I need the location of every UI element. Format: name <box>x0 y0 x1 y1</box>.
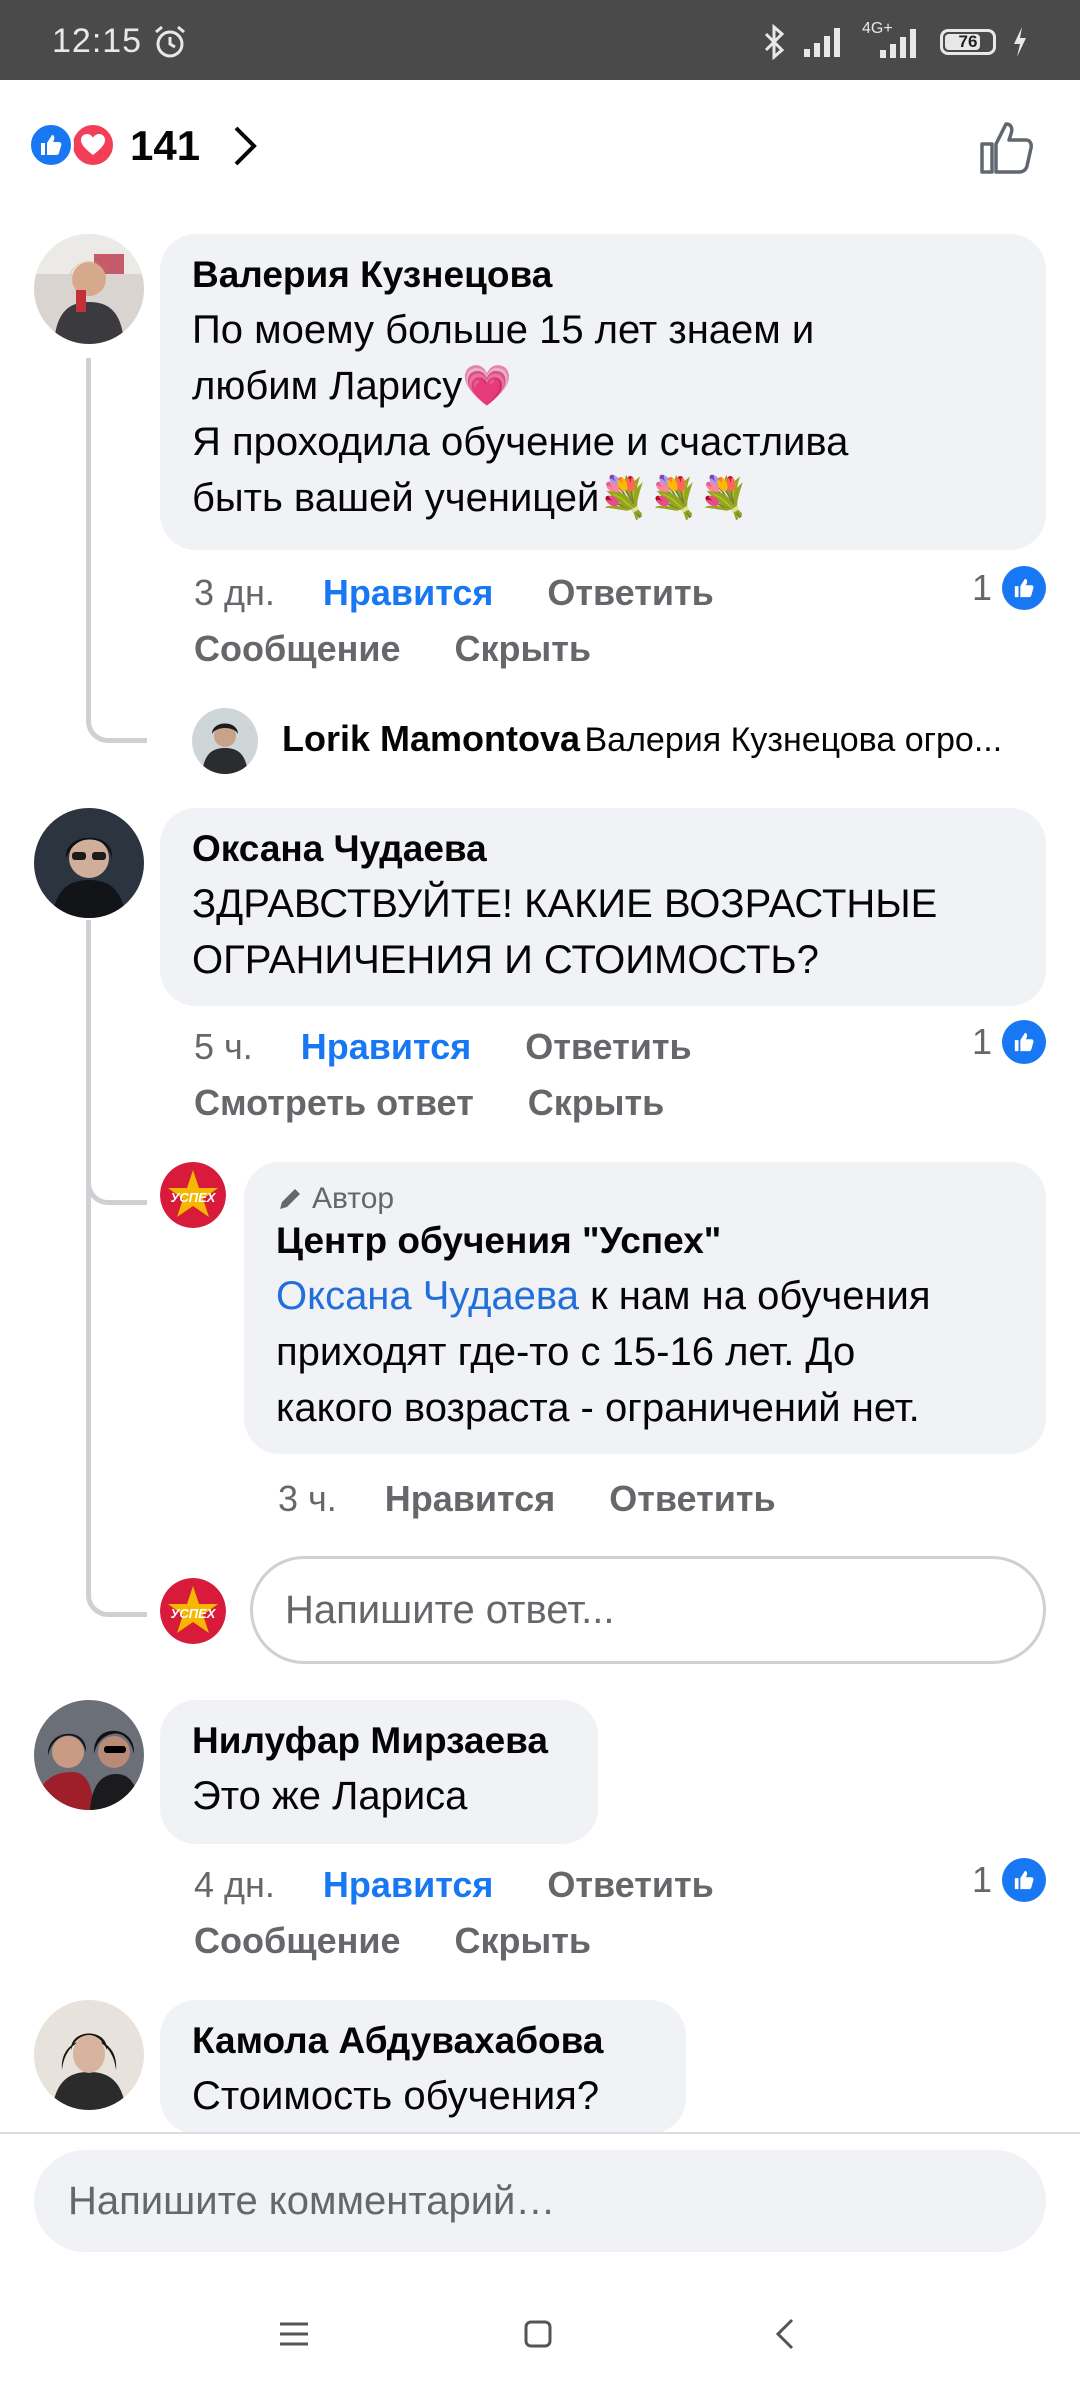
signal-icon <box>804 28 840 57</box>
thread-connector <box>86 920 147 1205</box>
comment-reaction[interactable]: 1 <box>972 1020 1046 1064</box>
avatar[interactable] <box>34 1700 144 1810</box>
reply-button[interactable]: Ответить <box>547 1864 713 1905</box>
mention-link[interactable]: Оксана Чудаева <box>276 1274 579 1318</box>
comment-reaction[interactable]: 1 <box>972 1858 1046 1902</box>
battery-icon: 76 <box>940 29 996 55</box>
hide-button[interactable]: Скрыть <box>455 628 592 669</box>
like-button[interactable]: Нравится <box>323 572 493 613</box>
like-reaction-icon <box>1002 566 1046 610</box>
reply-bubble[interactable]: Автор Центр обучения "Успех" Оксана Чуда… <box>244 1162 1046 1454</box>
like-reaction-icon <box>1002 1020 1046 1064</box>
reply-button[interactable]: Ответить <box>609 1478 775 1519</box>
message-button[interactable]: Сообщение <box>194 1920 401 1961</box>
thread-connector <box>86 358 147 743</box>
like-button[interactable]: Нравится <box>301 1026 471 1067</box>
comment-time: 5 ч. <box>194 1026 253 1067</box>
like-outline-icon[interactable] <box>976 118 1036 178</box>
reaction-summary[interactable]: 141 <box>0 80 1080 210</box>
comment-actions-secondary: Сообщение Скрыть <box>194 628 645 670</box>
hide-button[interactable]: Скрыть <box>528 1082 665 1123</box>
avatar[interactable] <box>34 808 144 918</box>
signal-4g-icon: 4G+ <box>862 20 924 60</box>
avatar[interactable] <box>192 708 258 774</box>
avatar[interactable] <box>34 2000 144 2110</box>
reply-author[interactable]: Lorik Mamontova <box>282 718 580 759</box>
like-reaction-icon <box>28 122 74 168</box>
svg-text:УСПЕХ: УСПЕХ <box>171 1190 217 1205</box>
comment-actions-secondary: Сообщение Скрыть <box>194 1920 645 1962</box>
comment-time: 4 дн. <box>194 1864 275 1905</box>
divider <box>0 2132 1080 2134</box>
alarm-icon <box>155 25 185 58</box>
comment-actions-secondary: Смотреть ответ Скрыть <box>194 1082 718 1124</box>
reply-input[interactable]: Напишите ответ... <box>250 1556 1046 1664</box>
comment-input[interactable]: Напишите комментарий… <box>34 2150 1046 2252</box>
reply-actions: 3 ч. Нравится Ответить <box>278 1478 830 1520</box>
comment-text: Это же Лариса <box>192 1774 468 1818</box>
avatar[interactable] <box>34 234 144 344</box>
comment-actions: 4 дн. Нравится Ответить <box>194 1864 768 1906</box>
comment-text: ЗДРАВСТВУЙТЕ! КАКИЕ ВОЗРАСТНЫЕ ОГРАНИЧЕН… <box>192 882 938 982</box>
comment-bubble[interactable]: Нилуфар Мирзаева Это же Лариса <box>160 1700 598 1844</box>
hide-button[interactable]: Скрыть <box>455 1920 592 1961</box>
comment-reaction[interactable]: 1 <box>972 566 1046 610</box>
back-icon[interactable] <box>766 2314 806 2354</box>
comment-time: 3 дн. <box>194 572 275 613</box>
message-button[interactable]: Сообщение <box>194 628 401 669</box>
chevron-right-icon[interactable] <box>230 122 260 170</box>
reply-text: Оксана Чудаева к нам на обучения приходя… <box>276 1274 931 1430</box>
reply-button[interactable]: Ответить <box>525 1026 691 1067</box>
menu-icon[interactable] <box>274 2314 314 2354</box>
like-button[interactable]: Нравится <box>385 1478 555 1519</box>
page-logo-avatar: УСПЕХ <box>160 1578 226 1644</box>
like-reaction-icon <box>1002 1858 1046 1902</box>
reply-button[interactable]: Ответить <box>547 572 713 613</box>
reaction-icons <box>28 122 120 170</box>
reply-author[interactable]: Центр обучения "Успех" <box>276 1220 1014 1262</box>
pencil-icon <box>280 1189 300 1209</box>
charging-icon <box>1014 27 1026 57</box>
reply-preview[interactable]: Lorik Mamontova Валерия Кузнецова огро..… <box>282 718 1052 760</box>
comment-actions: 5 ч. Нравится Ответить <box>194 1026 746 1068</box>
comment-bubble[interactable]: Камола Абдувахабова Стоимость обучения? <box>160 2000 686 2134</box>
status-bar: 12:15 4G+ 76 <box>0 0 1080 80</box>
status-time: 12:15 <box>52 22 143 60</box>
comment-bubble[interactable]: Валерия Кузнецова По моему больше 15 лет… <box>160 234 1046 550</box>
svg-text:УСПЕХ: УСПЕХ <box>171 1606 217 1621</box>
thread-connector <box>86 1180 147 1617</box>
comment-text: Стоимость обучения? <box>192 2074 600 2118</box>
comment-author[interactable]: Нилуфар Мирзаева <box>192 1720 566 1762</box>
love-reaction-icon <box>70 122 116 168</box>
comment-text: По моему больше 15 лет знаем и любим Лар… <box>192 308 849 520</box>
comment-author[interactable]: Камола Абдувахабова <box>192 2020 654 2062</box>
author-badge: Автор <box>276 1182 1014 1216</box>
reply-snippet: Валерия Кузнецова огро... <box>584 721 1003 759</box>
reply-time: 3 ч. <box>278 1478 337 1519</box>
reaction-count[interactable]: 141 <box>130 122 200 170</box>
view-reply-button[interactable]: Смотреть ответ <box>194 1082 474 1123</box>
like-button[interactable]: Нравится <box>323 1864 493 1905</box>
system-nav-bar <box>0 2270 1080 2400</box>
comment-author[interactable]: Валерия Кузнецова <box>192 254 1014 296</box>
comment-actions: 3 дн. Нравится Ответить <box>194 572 768 614</box>
home-icon[interactable] <box>518 2314 558 2354</box>
page-logo-avatar[interactable]: УСПЕХ <box>160 1162 226 1228</box>
comment-bubble[interactable]: Оксана Чудаева ЗДРАВСТВУЙТЕ! КАКИЕ ВОЗРА… <box>160 808 1046 1006</box>
bluetooth-icon <box>764 24 785 60</box>
comment-author[interactable]: Оксана Чудаева <box>192 828 1014 870</box>
